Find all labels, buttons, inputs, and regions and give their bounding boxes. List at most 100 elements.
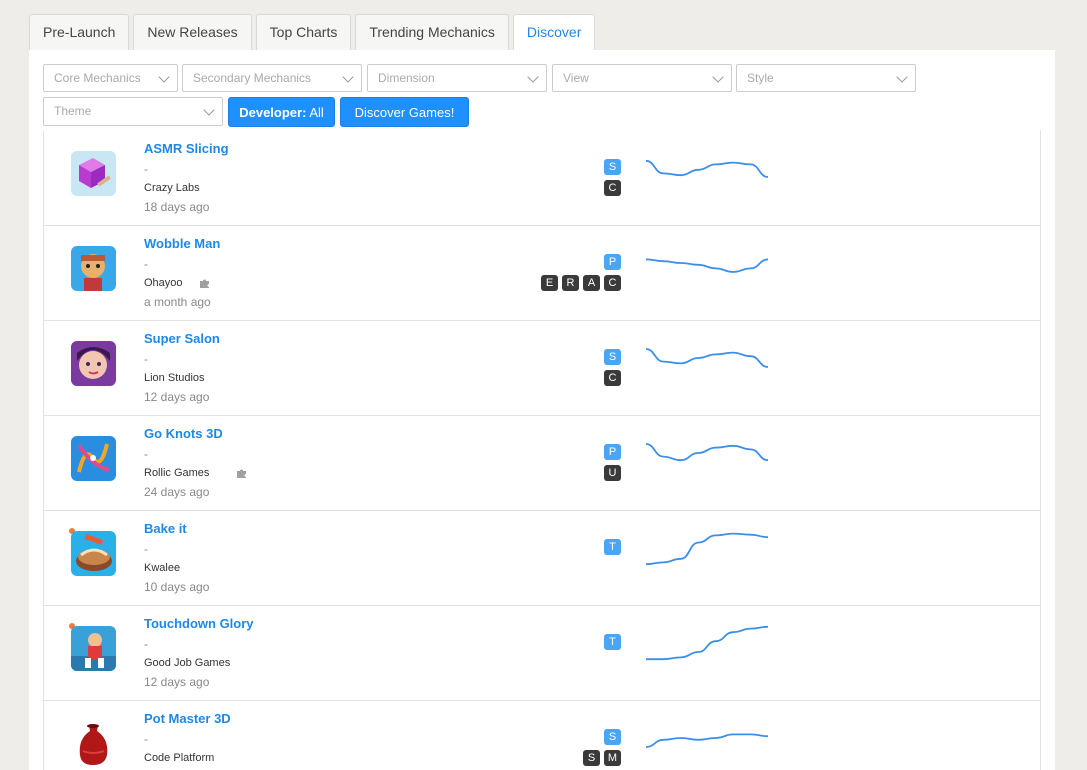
game-title[interactable]: Super Salon bbox=[144, 331, 220, 346]
mechanic-badge-primary[interactable]: T bbox=[604, 539, 621, 555]
view-placeholder: View bbox=[563, 71, 589, 85]
game-row-bake-it[interactable]: Bake it - Kwalee 10 days ago T bbox=[44, 510, 1040, 606]
mechanic-badge-primary[interactable]: S bbox=[604, 159, 621, 175]
trend-line bbox=[645, 532, 769, 566]
game-subtitle: - bbox=[144, 447, 148, 461]
trend-line bbox=[645, 443, 769, 462]
tab-discover[interactable]: Discover bbox=[512, 14, 596, 50]
tab-bar: Pre-Launch New Releases Top Charts Trend… bbox=[29, 14, 599, 50]
mechanic-badge-secondary[interactable]: C bbox=[604, 275, 621, 291]
game-row-pot-master-3d[interactable]: Pot Master 3D - Code Platform S S M bbox=[44, 700, 1040, 770]
release-date: 12 days ago bbox=[144, 675, 210, 689]
mechanic-badge-primary[interactable]: T bbox=[604, 634, 621, 650]
game-title[interactable]: Bake it bbox=[144, 521, 187, 536]
mechanic-badge-primary[interactable]: S bbox=[604, 729, 621, 745]
puzzle-icon bbox=[236, 467, 248, 482]
game-icon[interactable] bbox=[71, 436, 116, 481]
mechanic-badge-secondary[interactable]: C bbox=[604, 370, 621, 386]
developer-filter-button[interactable]: Developer: All bbox=[228, 97, 335, 127]
tab-new-releases[interactable]: New Releases bbox=[133, 14, 252, 50]
core-mechanics-select[interactable]: Core Mechanics bbox=[43, 64, 178, 92]
trend-sparkline bbox=[645, 532, 769, 566]
mechanic-badge-primary[interactable]: P bbox=[604, 254, 621, 270]
core-mechanics-placeholder: Core Mechanics bbox=[54, 71, 141, 85]
developer-name[interactable]: Code Platform bbox=[144, 752, 214, 764]
game-icon[interactable] bbox=[71, 246, 116, 291]
release-date: 24 days ago bbox=[144, 485, 210, 499]
secondary-mechanics-placeholder: Secondary Mechanics bbox=[193, 71, 312, 85]
developer-value: All bbox=[309, 105, 324, 120]
style-select[interactable]: Style bbox=[736, 64, 916, 92]
dimension-select[interactable]: Dimension bbox=[367, 64, 547, 92]
developer-name[interactable]: Ohayoo bbox=[144, 277, 183, 289]
trend-line bbox=[646, 625, 769, 661]
style-placeholder: Style bbox=[747, 71, 774, 85]
game-title[interactable]: Touchdown Glory bbox=[144, 616, 254, 631]
game-subtitle: - bbox=[144, 542, 148, 556]
trend-sparkline bbox=[645, 348, 769, 368]
developer-name[interactable]: Good Job Games bbox=[144, 657, 230, 669]
game-title[interactable]: Go Knots 3D bbox=[144, 426, 223, 441]
game-title[interactable]: Wobble Man bbox=[144, 236, 220, 251]
game-row-touchdown-glory[interactable]: Touchdown Glory - Good Job Games 12 days ag… bbox=[44, 605, 1040, 701]
game-icon[interactable] bbox=[71, 721, 116, 766]
game-icon[interactable] bbox=[71, 531, 116, 576]
mechanic-badge-primary[interactable]: P bbox=[604, 444, 621, 460]
game-title[interactable]: ASMR Slicing bbox=[144, 141, 229, 156]
mechanic-badge-primary[interactable]: S bbox=[604, 349, 621, 365]
trend-line bbox=[645, 159, 769, 178]
chevron-down-icon bbox=[203, 104, 215, 116]
mechanic-badge-secondary[interactable]: R bbox=[562, 275, 579, 291]
theme-placeholder: Theme bbox=[54, 104, 92, 118]
game-row-asmr-slicing[interactable]: ASMR Slicing - Crazy Labs 18 days ago S C bbox=[44, 130, 1040, 226]
chevron-down-icon bbox=[712, 71, 724, 83]
release-date: 12 days ago bbox=[144, 390, 210, 404]
mechanic-badge-secondary[interactable]: E bbox=[541, 275, 558, 291]
release-date: 18 days ago bbox=[144, 200, 210, 214]
game-row-wobble-man[interactable]: Wobble Man - Ohayoo a month ago P E R A C bbox=[44, 225, 1040, 321]
mechanic-badge-secondary[interactable]: U bbox=[604, 465, 621, 481]
chevron-down-icon bbox=[342, 71, 354, 83]
game-row-go-knots-3d[interactable]: Go Knots 3D - Rollic Games 24 days ago P U bbox=[44, 415, 1040, 511]
developer-name[interactable]: Crazy Labs bbox=[144, 182, 200, 194]
mechanic-badge-secondary[interactable]: C bbox=[604, 180, 621, 196]
mechanic-badge-secondary[interactable]: M bbox=[604, 750, 621, 766]
trend-sparkline bbox=[645, 159, 769, 178]
dimension-placeholder: Dimension bbox=[378, 71, 435, 85]
chevron-down-icon bbox=[527, 71, 539, 83]
game-icon[interactable] bbox=[71, 626, 116, 671]
discover-games-button[interactable]: Discover Games! bbox=[340, 97, 469, 127]
developer-name[interactable]: Kwalee bbox=[144, 562, 180, 574]
puzzle-icon bbox=[199, 277, 211, 292]
trend-sparkline bbox=[645, 443, 769, 462]
mechanic-badge-secondary[interactable]: A bbox=[583, 275, 600, 291]
secondary-mechanics-select[interactable]: Secondary Mechanics bbox=[182, 64, 362, 92]
game-subtitle: - bbox=[144, 162, 148, 176]
game-subtitle: - bbox=[144, 257, 148, 271]
developer-name[interactable]: Rollic Games bbox=[144, 467, 209, 479]
mechanic-badge-secondary[interactable]: S bbox=[583, 750, 600, 766]
trend-line bbox=[645, 258, 769, 273]
theme-select[interactable]: Theme bbox=[43, 97, 223, 126]
tab-pre-launch[interactable]: Pre-Launch bbox=[29, 14, 130, 50]
game-row-super-salon[interactable]: Super Salon - Lion Studios 12 days ago S C bbox=[44, 320, 1040, 416]
game-subtitle: - bbox=[144, 732, 148, 746]
release-date: 10 days ago bbox=[144, 580, 210, 594]
game-title[interactable]: Pot Master 3D bbox=[144, 711, 231, 726]
game-subtitle: - bbox=[144, 352, 148, 366]
release-date: a month ago bbox=[144, 295, 211, 309]
developer-name[interactable]: Lion Studios bbox=[144, 372, 205, 384]
game-list: ASMR Slicing - Crazy Labs 18 days ago S C Wob… bbox=[43, 130, 1041, 770]
trend-sparkline bbox=[645, 258, 769, 273]
chevron-down-icon bbox=[158, 71, 170, 83]
view-select[interactable]: View bbox=[552, 64, 732, 92]
trend-sparkline bbox=[646, 625, 769, 661]
tab-top-charts[interactable]: Top Charts bbox=[255, 14, 352, 50]
tab-trending-mechanics[interactable]: Trending Mechanics bbox=[355, 14, 509, 50]
game-icon[interactable] bbox=[71, 341, 116, 386]
developer-label: Developer: bbox=[239, 105, 307, 120]
trend-line bbox=[645, 348, 769, 368]
game-subtitle: - bbox=[144, 637, 148, 651]
game-icon[interactable] bbox=[71, 151, 116, 196]
chevron-down-icon bbox=[896, 71, 908, 83]
